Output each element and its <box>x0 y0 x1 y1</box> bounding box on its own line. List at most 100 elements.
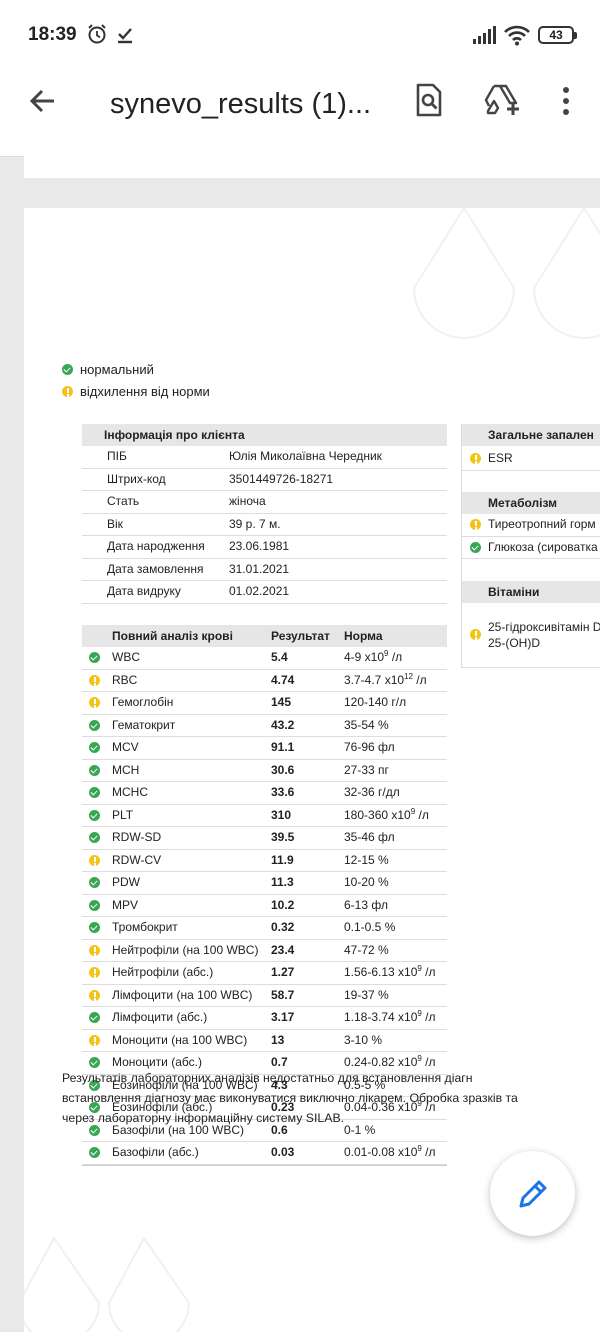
client-info-label: Дата видруку <box>107 584 181 598</box>
test-norm: 27-33 пг <box>344 762 389 777</box>
test-norm: 0.01-0.08 x109 /л <box>344 1144 436 1160</box>
test-norm: 10-20 % <box>344 875 389 889</box>
test-norm: 76-96 фл <box>344 740 395 754</box>
legend-normal: нормальний <box>62 362 154 377</box>
check-icon <box>89 787 100 798</box>
check-icon <box>89 922 100 933</box>
norm-exponent: 12 <box>404 671 413 681</box>
test-result: 3.17 <box>271 1010 295 1024</box>
norm-unit: /л <box>421 1145 436 1159</box>
vitamin-d-row: 25-гідроксивітамін D 25-(OH)D <box>462 603 600 668</box>
norm-unit: /л <box>421 965 436 979</box>
test-result: 91.1 <box>271 740 295 754</box>
test-norm: 0.1-0.5 % <box>344 920 396 934</box>
test-norm: 3-10 % <box>344 1032 383 1047</box>
blood-test-row: Нейтрофіли (на 100 WBC) 23.4 47-72 % <box>82 940 447 962</box>
test-name: MCH <box>112 762 140 777</box>
add-to-drive-icon[interactable] <box>482 82 522 118</box>
test-name: Лімфоцити (абс.) <box>112 1010 208 1024</box>
tsh-row: Тиреотропний горм <box>462 514 600 537</box>
wifi-icon <box>504 25 530 46</box>
test-norm: 180-360 x109 /л <box>344 806 429 822</box>
glucose-row: Глюкоза (сироватка <box>462 537 600 559</box>
back-arrow-icon[interactable] <box>26 84 60 118</box>
test-name: RBC <box>112 672 138 687</box>
client-info-header: Інформація про клієнта <box>82 424 447 446</box>
warning-icon <box>89 1034 100 1046</box>
blood-test-row: Лімфоцити (абс.) 3.17 1.18-3.74 x109 /л <box>82 1007 447 1030</box>
check-icon <box>89 742 100 753</box>
blood-test-row: MCH 30.6 27-33 пг <box>82 760 447 782</box>
test-norm: 1.18-3.74 x109 /л <box>344 1009 436 1025</box>
document-title: synevo_results (1)... <box>110 88 372 120</box>
client-info-label: Вік <box>107 516 123 531</box>
check-icon <box>89 877 100 888</box>
test-name: Гемоглобін <box>112 695 174 709</box>
app-bar: synevo_results (1)... <box>0 70 600 157</box>
test-norm: 35-54 % <box>344 717 389 732</box>
client-info-label: Дата народження <box>107 539 205 553</box>
blood-test-row: WBC 5.4 4-9 x109 /л <box>82 647 447 670</box>
warning-icon <box>470 453 481 464</box>
disclaimer-text: Результатів лабораторних аналізів недост… <box>62 1071 518 1125</box>
check-icon <box>89 899 100 911</box>
test-norm: 35-46 фл <box>344 830 395 844</box>
right-tables: Загальне запален ESR Метаболізм Тиреотро… <box>461 424 600 668</box>
watermark-shape <box>412 208 600 339</box>
test-result: 0.32 <box>271 920 295 934</box>
test-name: Гематокрит <box>112 717 176 732</box>
more-vert-icon[interactable] <box>552 84 580 118</box>
client-info-value: 39 р. 7 м. <box>229 516 281 531</box>
test-norm: 120-140 г/л <box>344 695 407 709</box>
warning-icon <box>470 519 481 530</box>
legend-deviation: відхилення від норми <box>62 384 210 399</box>
search-document-icon[interactable] <box>412 82 446 118</box>
client-info-row: Дата народження 23.06.1981 <box>82 536 447 559</box>
spacer-row <box>82 604 447 626</box>
test-result: 33.6 <box>271 785 295 799</box>
test-result: 10.2 <box>271 897 295 912</box>
battery-icon: 43 <box>538 26 577 44</box>
test-result: 58.7 <box>271 987 295 1002</box>
check-icon <box>89 1057 100 1068</box>
test-name: PDW <box>112 875 140 889</box>
test-name: Лімфоцити (на 100 WBC) <box>112 987 253 1002</box>
test-norm: 12-15 % <box>344 852 389 867</box>
client-info-table: Інформація про клієнта ПІБ Юлія Миколаївн… <box>82 424 447 625</box>
warning-icon <box>89 854 100 866</box>
signal-icon <box>473 26 496 44</box>
test-name: Моноцити (на 100 WBC) <box>112 1032 248 1047</box>
blood-test-row: RDW-CV 11.9 12-15 % <box>82 850 447 872</box>
client-info-value: 3501449726-18271 <box>229 471 334 486</box>
blood-test-row: Нейтрофіли (абс.) 1.27 1.56-6.13 x109 /л <box>82 962 447 985</box>
test-name: RDW-CV <box>112 852 162 867</box>
norm-unit: /л <box>412 672 427 687</box>
norm-unit: /л <box>415 807 429 822</box>
test-name: Базофіли (абс.) <box>112 1145 199 1159</box>
watermark-shape <box>24 1236 191 1332</box>
test-result: 0.03 <box>271 1145 295 1159</box>
result-column-header: Результат <box>271 629 330 643</box>
vitamins-header: Вітаміни <box>462 581 600 603</box>
test-name: PLT <box>112 807 134 822</box>
client-info-row: Штрих-код 3501449726-18271 <box>82 469 447 491</box>
blood-test-row: Тромбокрит 0.32 0.1-0.5 % <box>82 917 447 940</box>
client-info-label: Дата замовлення <box>107 561 204 576</box>
test-result: 5.4 <box>271 650 288 664</box>
client-info-value: 31.01.2021 <box>229 561 290 576</box>
check-icon <box>89 1147 100 1158</box>
test-name: MCHC <box>112 785 148 799</box>
test-name: Нейтрофіли (на 100 WBC) <box>112 942 259 957</box>
norm-column-header: Норма <box>344 629 383 643</box>
client-info-row: ПІБ Юлія Миколаївна Чередник <box>82 446 447 469</box>
blood-test-row: Лімфоцити (на 100 WBC) 58.7 19-37 % <box>82 985 447 1007</box>
test-result: 23.4 <box>271 942 295 957</box>
test-norm: 3.7-4.7 x1012 /л <box>344 671 427 687</box>
warning-icon <box>89 674 100 686</box>
client-info-row: Дата видруку 01.02.2021 <box>82 581 447 604</box>
edit-fab-button[interactable] <box>490 1151 575 1236</box>
client-info-value: жіноча <box>229 494 266 508</box>
alarm-icon <box>88 24 106 44</box>
test-name: RDW-SD <box>112 830 162 844</box>
test-norm: 32-36 г/дл <box>344 785 400 799</box>
